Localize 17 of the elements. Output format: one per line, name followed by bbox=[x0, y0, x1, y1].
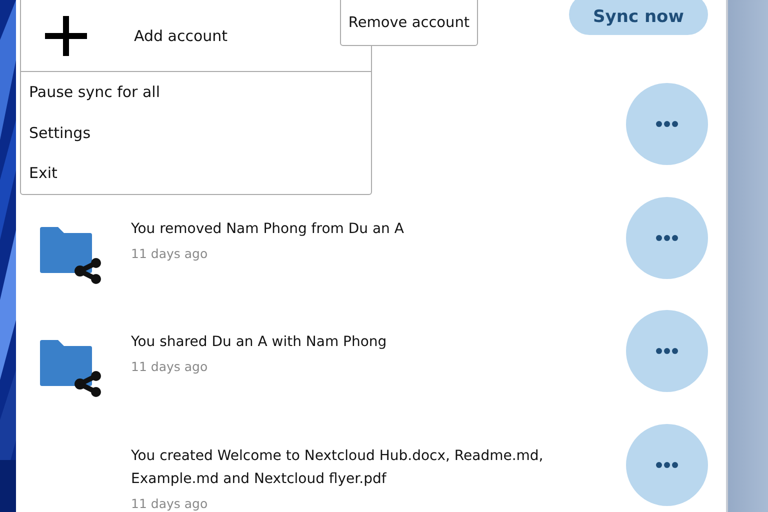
more-icon bbox=[656, 234, 678, 240]
activity-text: You created Welcome to Nextcloud Hub.docx, Readme.md, Example.md and Nextcloud flyer.pdf bbox=[131, 446, 544, 488]
activity-text: You removed Nam Phong from Du an A bbox=[131, 220, 405, 238]
more-icon bbox=[656, 462, 678, 468]
activity-time: 11 days ago bbox=[131, 496, 209, 510]
menu-item[interactable]: Settings bbox=[21, 112, 371, 153]
sync-now-button[interactable]: Sync now bbox=[569, 0, 708, 35]
menu-item[interactable]: Pause sync for all bbox=[21, 72, 371, 112]
more-icon bbox=[656, 348, 678, 354]
remove-account-button[interactable]: Remove account bbox=[340, 0, 478, 46]
more-icon bbox=[656, 121, 678, 127]
menu-item[interactable]: Exit bbox=[21, 153, 371, 194]
plus-icon bbox=[45, 16, 87, 56]
activity-time: 11 days ago bbox=[131, 246, 209, 260]
activity-time: 11 days ago bbox=[131, 359, 209, 374]
activity-text: You shared Du an A with Nam Phong bbox=[131, 333, 388, 352]
add-account-item[interactable]: Add account bbox=[21, 0, 311, 71]
